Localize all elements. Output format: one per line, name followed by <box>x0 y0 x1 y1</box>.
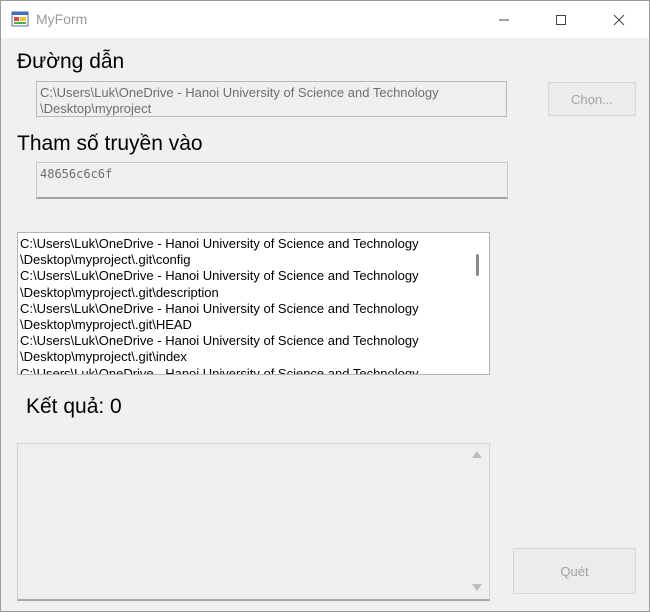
close-icon <box>613 14 625 25</box>
list-item[interactable]: C:\Users\Luk\OneDrive - Hanoi University… <box>20 366 466 374</box>
path-label: Đường dẫn <box>17 50 125 73</box>
title-bar[interactable]: MyForm <box>1 1 649 38</box>
result-label: Kết quả: 0 <box>26 395 122 418</box>
maximize-button[interactable] <box>532 1 590 38</box>
list-scrollbar-thumb[interactable] <box>476 254 479 276</box>
window-title: MyForm <box>36 11 88 27</box>
scan-button[interactable]: Quét <box>513 548 636 594</box>
path-field[interactable]: C:\Users\Luk\OneDrive - Hanoi University… <box>36 81 507 117</box>
close-button[interactable] <box>590 1 648 38</box>
output-textbox[interactable] <box>17 443 490 601</box>
list-item[interactable]: C:\Users\Luk\OneDrive - Hanoi University… <box>20 333 466 365</box>
param-label: Tham số truyền vào <box>17 132 203 155</box>
list-item[interactable]: C:\Users\Luk\OneDrive - Hanoi University… <box>20 236 466 268</box>
list-item[interactable]: C:\Users\Luk\OneDrive - Hanoi University… <box>20 301 466 333</box>
myform-window: MyForm Đường dẫn C:\Users\Luk\OneDrive -… <box>0 0 650 612</box>
winforms-app-icon <box>11 11 29 27</box>
list-item[interactable]: C:\Users\Luk\OneDrive - Hanoi University… <box>20 268 466 300</box>
file-list-items: C:\Users\Luk\OneDrive - Hanoi University… <box>20 236 466 374</box>
browse-button[interactable]: Chọn... <box>548 82 636 116</box>
minimize-button[interactable] <box>475 1 533 38</box>
param-field[interactable]: 48656c6c6f <box>36 162 508 199</box>
file-listbox[interactable]: C:\Users\Luk\OneDrive - Hanoi University… <box>17 232 490 375</box>
maximize-icon <box>556 14 566 25</box>
minimize-icon <box>499 19 509 20</box>
